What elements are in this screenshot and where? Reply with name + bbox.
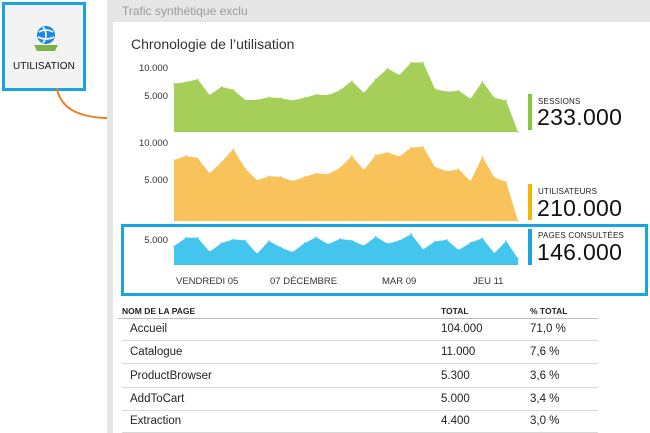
data-point	[481, 155, 484, 158]
data-point	[303, 176, 306, 178]
data-point	[457, 168, 460, 170]
table-row[interactable]: Extraction 4.400 3,0 %	[122, 411, 598, 433]
data-point	[208, 172, 211, 175]
sessions-ytick-5000: 5.000	[144, 91, 168, 102]
page-name-cell: Catalogue	[130, 346, 183, 358]
table-row[interactable]: Accueil 104.000 71,0 %	[122, 319, 598, 341]
data-point	[327, 94, 330, 96]
data-point	[291, 180, 294, 182]
data-point	[386, 151, 389, 154]
data-point	[232, 88, 235, 91]
data-point	[280, 97, 282, 100]
data-point	[256, 179, 258, 182]
table-row[interactable]: AddToCart 5.000 3,4 %	[122, 389, 598, 411]
total-cell: 5.000	[441, 393, 470, 405]
data-point	[434, 166, 436, 168]
users-value: 210.000	[537, 195, 623, 221]
data-point	[315, 172, 318, 175]
data-point	[446, 170, 448, 173]
column-header-total[interactable]: TOTAL	[441, 306, 469, 316]
data-point	[505, 99, 507, 102]
data-point	[363, 92, 365, 94]
percent-cell: 7,6 %	[530, 346, 560, 358]
page-name-cell: AddToCart	[130, 393, 185, 405]
data-point	[303, 97, 306, 99]
data-point	[339, 89, 341, 91]
pageviews-highlight-box	[121, 224, 648, 296]
data-point	[517, 220, 519, 222]
data-point	[327, 173, 330, 175]
data-point	[422, 61, 424, 64]
percent-cell: 3,4 %	[530, 393, 560, 405]
data-point	[220, 86, 223, 88]
data-point	[315, 93, 318, 96]
data-point	[469, 180, 472, 182]
data-point	[256, 99, 258, 101]
sessions-value: 233.000	[537, 104, 623, 130]
data-point	[339, 167, 341, 169]
data-point	[434, 88, 436, 90]
data-point	[517, 131, 519, 133]
data-point	[196, 157, 199, 159]
column-header-percent-total[interactable]: % TOTAL	[530, 306, 567, 316]
data-point	[457, 89, 460, 92]
data-point	[351, 155, 353, 157]
data-point	[469, 98, 472, 100]
data-point	[374, 154, 377, 156]
data-point	[280, 176, 282, 178]
data-point	[363, 169, 365, 171]
page-name-cell: Extraction	[130, 415, 182, 427]
total-cell: 104.000	[441, 323, 483, 335]
table-row[interactable]: ProductBrowser 5.300 3,6 %	[122, 366, 598, 388]
data-point	[244, 99, 246, 101]
data-point	[173, 82, 175, 85]
data-point	[493, 97, 496, 99]
data-point	[374, 78, 377, 81]
data-point	[386, 67, 389, 70]
page-name-cell: ProductBrowser	[130, 370, 212, 382]
percent-cell: 3,0 %	[530, 415, 560, 427]
data-point	[268, 96, 270, 99]
data-point	[173, 159, 175, 161]
data-point	[493, 176, 496, 179]
table-header: NOM DE LA PAGE TOTAL % TOTAL	[118, 303, 598, 319]
total-cell: 5.300	[441, 370, 470, 382]
data-point	[291, 99, 294, 102]
data-point	[351, 80, 353, 82]
users-ytick-5000: 5.000	[144, 175, 168, 186]
table-row[interactable]: Catalogue 11.000 7,6 %	[122, 342, 598, 364]
area-series-sessions[interactable]	[174, 62, 518, 133]
users-color-bar	[528, 184, 532, 220]
users-ytick-10000: 10.000	[138, 138, 168, 149]
total-cell: 4.400	[441, 415, 470, 427]
data-point	[410, 146, 413, 149]
data-point	[446, 91, 448, 93]
data-point	[268, 175, 270, 177]
data-point	[398, 74, 401, 76]
data-point	[196, 78, 199, 81]
data-point	[185, 155, 187, 157]
data-point	[232, 148, 235, 150]
sessions-ytick-10000: 10.000	[138, 63, 168, 74]
data-point	[410, 61, 413, 64]
data-point	[244, 167, 246, 170]
data-point	[220, 161, 223, 163]
column-header-page-name[interactable]: NOM DE LA PAGE	[122, 306, 195, 316]
data-point	[208, 94, 211, 96]
page-name-cell: Accueil	[130, 323, 168, 335]
data-point	[422, 146, 424, 148]
percent-cell: 71,0 %	[530, 323, 566, 335]
data-point	[505, 181, 507, 183]
data-point	[185, 81, 187, 83]
total-cell: 11.000	[441, 346, 476, 358]
area-series-utilisateurs[interactable]	[174, 146, 518, 221]
sessions-color-bar	[528, 94, 532, 130]
data-point	[398, 155, 401, 158]
data-point	[481, 80, 484, 83]
percent-cell: 3,6 %	[530, 370, 560, 382]
